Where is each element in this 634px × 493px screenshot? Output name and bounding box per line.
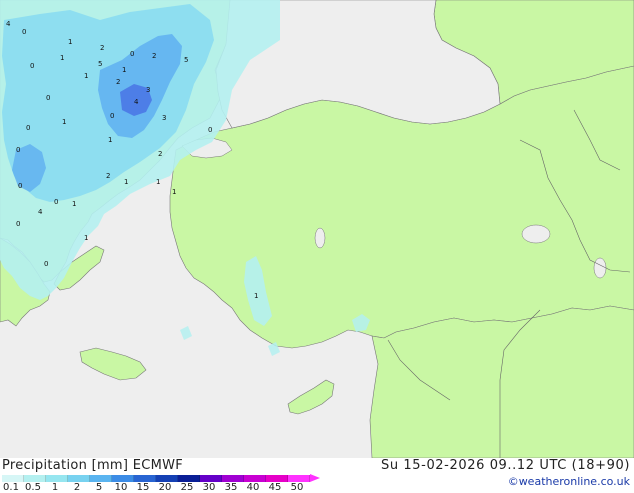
precip-value-label: 0 bbox=[110, 112, 114, 120]
legend-tick-label: 10 bbox=[114, 482, 128, 493]
legend-tick-label: 1 bbox=[51, 482, 59, 493]
precip-value-label: 1 bbox=[156, 178, 160, 186]
legend-tick-label: 25 bbox=[180, 482, 194, 493]
precip-value-label: 2 bbox=[100, 44, 104, 52]
precip-value-label: 1 bbox=[124, 178, 128, 186]
legend-tick-label: 0.5 bbox=[25, 482, 41, 493]
map-footer: Precipitation [mm] ECMWF Su 15-02-2026 0… bbox=[0, 458, 634, 493]
legend-swatch bbox=[68, 475, 90, 482]
legend-swatch bbox=[112, 475, 134, 482]
precip-value-label: 1 bbox=[68, 38, 72, 46]
precip-value-label: 3 bbox=[146, 86, 150, 94]
legend-swatch bbox=[178, 475, 200, 482]
legend-ticks: 0.1 0.5 1 2 5 10 15 20 25 30 35 40 45 50 bbox=[0, 482, 340, 493]
precip-value-label: 2 bbox=[158, 150, 162, 158]
precip-value-label: 0 bbox=[26, 124, 30, 132]
precip-value-label: 0 bbox=[44, 260, 48, 268]
legend-swatch bbox=[156, 475, 178, 482]
precip-value-label: 0 bbox=[130, 50, 134, 58]
valid-time: Su 15-02-2026 09..12 UTC (18+90) bbox=[380, 458, 630, 473]
credit-link[interactable]: ©weatheronline.co.uk bbox=[508, 475, 630, 488]
legend-swatch bbox=[90, 475, 112, 482]
legend-tick-label: 5 bbox=[95, 482, 103, 493]
legend-tick-label: 40 bbox=[246, 482, 260, 493]
precip-value-label: 1 bbox=[84, 234, 88, 242]
precipitation-map: 40120152101023401 310210 10 14001120501 bbox=[0, 0, 634, 458]
legend-tick-label: 50 bbox=[290, 482, 304, 493]
legend-colorbar bbox=[2, 474, 320, 482]
legend-tick-label: 2 bbox=[73, 482, 81, 493]
precip-value-label: 1 bbox=[172, 188, 176, 196]
precip-value-label: 3 bbox=[162, 114, 166, 122]
land-levant bbox=[369, 305, 634, 458]
legend-arrow bbox=[310, 474, 320, 482]
legend-swatch bbox=[46, 475, 68, 482]
precip-value-label: 0 bbox=[208, 126, 212, 134]
precip-value-label: 1 bbox=[62, 118, 66, 126]
precip-value-label: 1 bbox=[60, 54, 64, 62]
legend-tick-label: 30 bbox=[202, 482, 216, 493]
precip-value-label: 0 bbox=[16, 220, 20, 228]
precip-value-label: 4 bbox=[134, 98, 139, 106]
precip-value-label: 2 bbox=[152, 52, 156, 60]
legend-swatch bbox=[266, 475, 288, 482]
precip-value-label: 4 bbox=[6, 20, 11, 28]
map-frame: 401201521010234013102101014001120501 bbox=[0, 0, 634, 458]
legend-swatch bbox=[244, 475, 266, 482]
map-title: Precipitation [mm] ECMWF bbox=[2, 458, 184, 473]
precip-value-label: 0 bbox=[16, 146, 20, 154]
legend-swatch bbox=[24, 475, 46, 482]
precip-value-label: 2 bbox=[106, 172, 110, 180]
precip-value-label: 5 bbox=[98, 60, 102, 68]
legend-swatch bbox=[134, 475, 156, 482]
precip-value-label: 4 bbox=[38, 208, 43, 216]
legend-tick-label: 15 bbox=[136, 482, 150, 493]
precip-value-label: 0 bbox=[18, 182, 22, 190]
legend-tick-label: 0.1 bbox=[3, 482, 19, 493]
legend-swatch bbox=[222, 475, 244, 482]
lake-tuz bbox=[314, 227, 326, 249]
lake-eber bbox=[593, 257, 607, 279]
legend-swatch bbox=[288, 475, 310, 482]
precip-value-label: 1 bbox=[108, 136, 112, 144]
legend-tick-label: 20 bbox=[158, 482, 172, 493]
precip-value-label: 0 bbox=[54, 198, 58, 206]
lake-van bbox=[521, 224, 551, 244]
legend-tick-label: 45 bbox=[268, 482, 282, 493]
precip-value-label: 1 bbox=[122, 66, 126, 74]
precip-value-label: 2 bbox=[116, 78, 120, 86]
precip-value-label: 1 bbox=[254, 292, 258, 300]
legend-swatch bbox=[200, 475, 222, 482]
precip-value-label: 0 bbox=[30, 62, 34, 70]
precip-value-label: 1 bbox=[84, 72, 88, 80]
precip-value-label: 1 bbox=[72, 200, 76, 208]
legend-swatch bbox=[2, 475, 24, 482]
precip-value-label: 0 bbox=[22, 28, 26, 36]
legend-tick-label: 35 bbox=[224, 482, 238, 493]
precip-value-label: 0 bbox=[46, 94, 50, 102]
precip-value-label: 5 bbox=[184, 56, 188, 64]
